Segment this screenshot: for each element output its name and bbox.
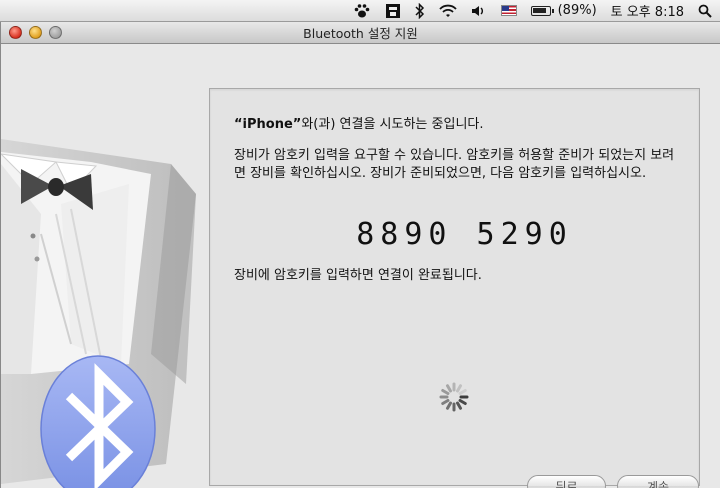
pairing-panel: “iPhone”와(과) 연결을 시도하는 중입니다. 장비가 암호키 입력을 … <box>209 88 700 486</box>
zoom-button[interactable] <box>49 26 62 39</box>
spinner-spoke <box>458 399 467 405</box>
us-flag-icon[interactable] <box>500 0 517 22</box>
tuxedo-bluetooth-illustration <box>1 139 196 488</box>
wifi-icon[interactable] <box>438 0 457 22</box>
continue-button[interactable]: 계속 <box>617 475 699 488</box>
window-titlebar[interactable]: Bluetooth 설정 지원 <box>1 22 720 44</box>
completion-note: 장비에 암호키를 입력하면 연결이 완료됩니다. <box>234 268 482 283</box>
bluetooth-icon[interactable] <box>415 0 425 22</box>
passkey-display: 8890 5290 <box>356 217 573 252</box>
device-name: “iPhone” <box>234 117 302 132</box>
spinner-spoke <box>458 389 467 395</box>
battery-percent: (89%) <box>557 3 597 18</box>
window-title: Bluetooth 설정 지원 <box>303 26 418 41</box>
paw-icon[interactable] <box>353 0 371 22</box>
minimize-button[interactable] <box>29 26 42 39</box>
pairing-heading: “iPhone”와(과) 연결을 시도하는 중입니다. <box>234 113 484 132</box>
spinner-spoke <box>446 384 452 393</box>
spinner-spoke <box>441 389 450 395</box>
progress-spinner-icon <box>439 382 469 412</box>
app-icon[interactable] <box>385 0 401 22</box>
heading-text: 와(과) 연결을 시도하는 중입니다. <box>301 117 484 132</box>
spinner-spoke <box>441 399 450 405</box>
volume-icon[interactable] <box>471 0 487 22</box>
window-content: “iPhone”와(과) 연결을 시도하는 중입니다. 장비가 암호키 입력을 … <box>1 44 720 488</box>
spinner-spoke <box>446 401 452 410</box>
clock[interactable]: 토 오후 8:18 <box>611 0 684 22</box>
spinner-spoke <box>456 401 462 410</box>
menu-bar: (89%) 토 오후 8:18 <box>0 0 720 22</box>
bluetooth-assistant-window: Bluetooth 설정 지원 “iPhone”와(과) 연결을 시도하는 중입… <box>0 22 720 488</box>
close-button[interactable] <box>9 26 22 39</box>
passkey-instructions: 장비가 암호키 입력을 요구할 수 있습니다. 암호키를 허용할 준비가 되었는… <box>234 148 675 181</box>
back-button[interactable]: 뒤로 <box>527 475 606 488</box>
spotlight-icon[interactable] <box>698 0 712 22</box>
battery-icon[interactable]: (89%) <box>530 0 597 22</box>
spinner-spoke <box>456 384 462 393</box>
